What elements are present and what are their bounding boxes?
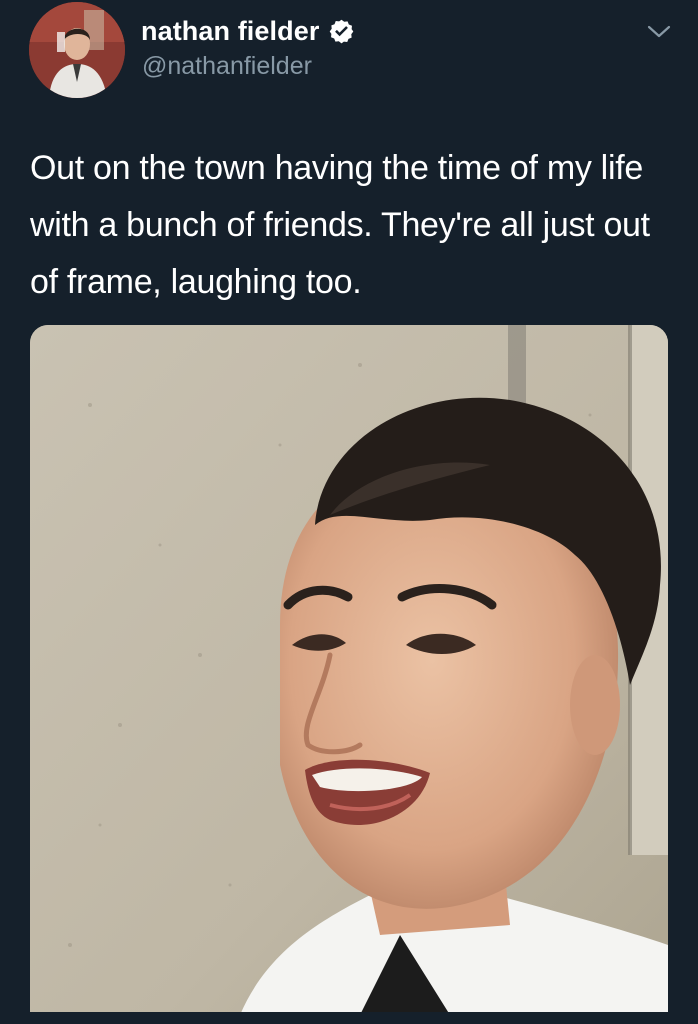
avatar-image: [29, 2, 125, 98]
author-display-name[interactable]: nathan fielder: [141, 16, 319, 47]
tweet-photo[interactable]: [30, 325, 668, 1015]
photo-of-smiling-man-icon: [30, 325, 668, 1015]
author-handle[interactable]: @nathanfielder: [142, 52, 312, 81]
avatar[interactable]: [29, 2, 125, 98]
chevron-down-icon[interactable]: [645, 22, 673, 42]
tweet-card: nathan fielder @nathanfielder Out on the…: [0, 0, 698, 1024]
tweet-text: Out on the town having the time of my li…: [30, 149, 650, 301]
author-name-row[interactable]: nathan fielder: [141, 14, 355, 48]
verified-badge-icon: [328, 18, 355, 45]
bottom-divider: [0, 1012, 698, 1024]
